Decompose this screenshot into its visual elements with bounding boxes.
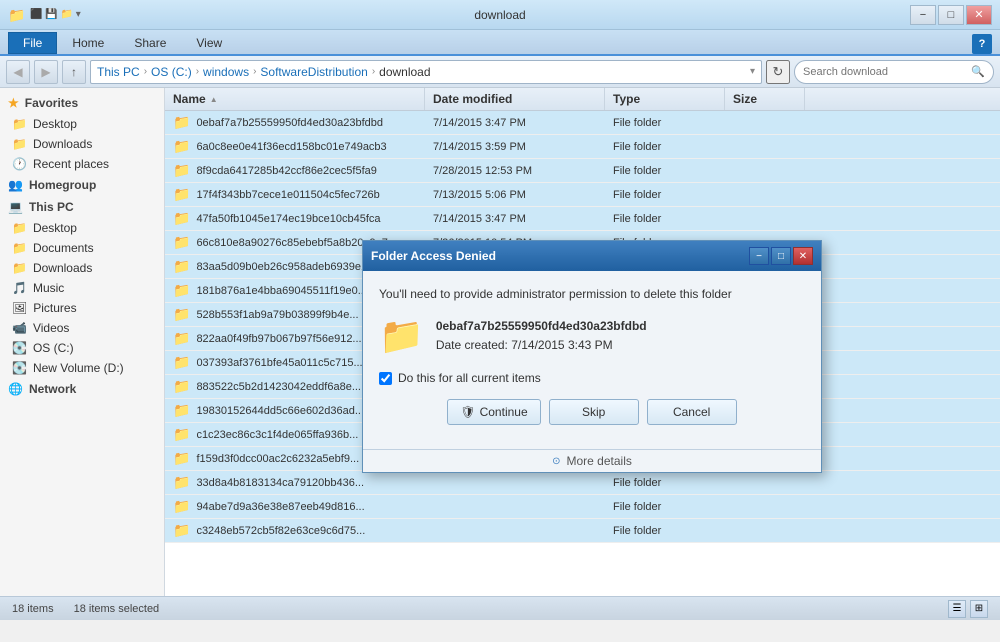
dialog-window-controls: − □ ✕ bbox=[749, 247, 813, 265]
dialog-overlay: Folder Access Denied − □ ✕ You'll need t… bbox=[0, 0, 1000, 642]
dialog-content: You'll need to provide administrator per… bbox=[363, 271, 821, 449]
dialog-title: Folder Access Denied bbox=[371, 249, 496, 263]
dialog-close-button[interactable]: ✕ bbox=[793, 247, 813, 265]
shield-icon: 🛡 bbox=[460, 405, 475, 419]
dialog-maximize-button[interactable]: □ bbox=[771, 247, 791, 265]
dialog-action-buttons: 🛡 Continue Skip Cancel bbox=[379, 399, 805, 425]
chevron-down-icon: ⊙ bbox=[552, 456, 560, 467]
dialog-date-created: Date created: 7/14/2015 3:43 PM bbox=[436, 336, 647, 355]
do-all-checkbox[interactable] bbox=[379, 372, 392, 385]
date-created-value: 7/14/2015 3:43 PM bbox=[511, 338, 612, 352]
dialog-file-name: 0ebaf7a7b25559950fd4ed30a23bfdbd bbox=[436, 317, 647, 336]
dialog-folder-icon: 📁 bbox=[379, 315, 424, 357]
cancel-button[interactable]: Cancel bbox=[647, 399, 737, 425]
continue-button[interactable]: 🛡 Continue bbox=[447, 399, 540, 425]
more-details-row[interactable]: ⊙ More details bbox=[363, 449, 821, 472]
dialog-file-info: 📁 0ebaf7a7b25559950fd4ed30a23bfdbd Date … bbox=[379, 315, 805, 357]
folder-access-denied-dialog: Folder Access Denied − □ ✕ You'll need t… bbox=[362, 240, 822, 473]
dialog-checkbox-row: Do this for all current items bbox=[379, 371, 805, 385]
more-details-label: More details bbox=[567, 454, 632, 468]
dialog-title-bar: Folder Access Denied − □ ✕ bbox=[363, 241, 821, 271]
skip-button[interactable]: Skip bbox=[549, 399, 639, 425]
dialog-file-details: 0ebaf7a7b25559950fd4ed30a23bfdbd Date cr… bbox=[436, 317, 647, 355]
date-created-label: Date created: bbox=[436, 338, 508, 352]
dialog-minimize-button[interactable]: − bbox=[749, 247, 769, 265]
do-all-label: Do this for all current items bbox=[398, 371, 541, 385]
dialog-message: You'll need to provide administrator per… bbox=[379, 287, 805, 301]
